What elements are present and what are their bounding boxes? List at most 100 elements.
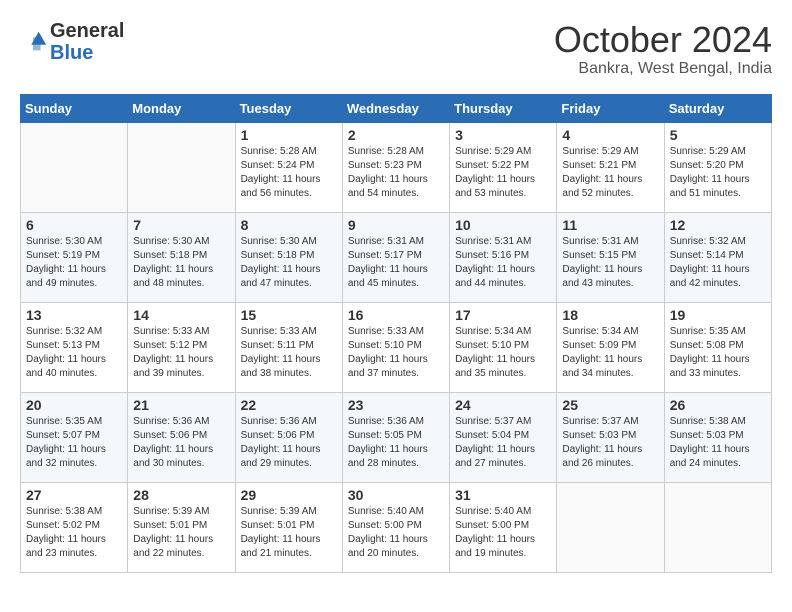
day-4: 4Sunrise: 5:29 AM Sunset: 5:21 PM Daylig… (557, 122, 664, 212)
day-12: 12Sunrise: 5:32 AM Sunset: 5:14 PM Dayli… (664, 212, 771, 302)
header-sunday: Sunday (21, 94, 128, 122)
day-info-11: Sunrise: 5:31 AM Sunset: 5:15 PM Dayligh… (562, 235, 658, 291)
day-number-7: 7 (133, 217, 229, 233)
day-27: 27Sunrise: 5:38 AM Sunset: 5:02 PM Dayli… (21, 482, 128, 572)
week-row-4: 20 Sunrise: 5:35 AM Sunset: 5:07 PM Dayli… (21, 392, 772, 482)
day-info-3: Sunrise: 5:29 AM Sunset: 5:22 PM Dayligh… (455, 145, 551, 201)
day-number-31: 31 (455, 487, 551, 503)
day-info-26: Sunrise: 5:38 AM Sunset: 5:03 PM Dayligh… (670, 415, 766, 471)
empty-cell (128, 122, 235, 212)
day-number-6: 6 (26, 217, 122, 233)
day-29: 29 Sunrise: 5:39 AM Sunset: 5:01 PM Dayli… (235, 482, 342, 572)
month-title: October 2024 (554, 20, 772, 60)
day-number-17: 17 (455, 307, 551, 323)
day-number-27: 27 (26, 487, 122, 503)
day-info-20: Sunrise: 5:35 AM Sunset: 5:07 PM Dayligh… (26, 415, 122, 471)
day-number-10: 10 (455, 217, 551, 233)
title-block: October 2024 Bankra, West Bengal, India (554, 20, 772, 78)
day-info-9: Sunrise: 5:31 AM Sunset: 5:17 PM Dayligh… (348, 235, 444, 291)
day-info-8: Sunrise: 5:30 AM Sunset: 5:18 PM Dayligh… (241, 235, 337, 291)
day-13: 13Sunrise: 5:32 AM Sunset: 5:13 PM Dayli… (21, 302, 128, 392)
day-25: 25 Sunrise: 5:37 AM Sunset: 5:03 PM Dayli… (557, 392, 664, 482)
logo: General Blue (20, 20, 124, 64)
header-friday: Friday (557, 94, 664, 122)
day-info-23: Sunrise: 5:36 AM Sunset: 5:05 PM Dayligh… (348, 415, 444, 471)
day-info-5: Sunrise: 5:29 AM Sunset: 5:20 PM Dayligh… (670, 145, 766, 201)
week-row-5: 27Sunrise: 5:38 AM Sunset: 5:02 PM Dayli… (21, 482, 772, 572)
day-18: 18Sunrise: 5:34 AM Sunset: 5:09 PM Dayli… (557, 302, 664, 392)
day-15: 15 Sunrise: 5:33 AM Sunset: 5:11 PM Dayli… (235, 302, 342, 392)
day-8: 8 Sunrise: 5:30 AM Sunset: 5:18 PM Daylig… (235, 212, 342, 302)
day-9: 9 Sunrise: 5:31 AM Sunset: 5:17 PM Daylig… (342, 212, 449, 302)
day-number-8: 8 (241, 217, 337, 233)
day-7: 7 Sunrise: 5:30 AM Sunset: 5:18 PM Daylig… (128, 212, 235, 302)
day-number-5: 5 (670, 127, 766, 143)
day-26: 26Sunrise: 5:38 AM Sunset: 5:03 PM Dayli… (664, 392, 771, 482)
day-info-7: Sunrise: 5:30 AM Sunset: 5:18 PM Dayligh… (133, 235, 229, 291)
day-info-29: Sunrise: 5:39 AM Sunset: 5:01 PM Dayligh… (241, 505, 337, 561)
day-number-9: 9 (348, 217, 444, 233)
day-10: 10 Sunrise: 5:31 AM Sunset: 5:16 PM Dayli… (450, 212, 557, 302)
day-number-16: 16 (348, 307, 444, 323)
day-info-6: Sunrise: 5:30 AM Sunset: 5:19 PM Dayligh… (26, 235, 122, 291)
day-6: 6 Sunrise: 5:30 AM Sunset: 5:19 PM Daylig… (21, 212, 128, 302)
day-number-29: 29 (241, 487, 337, 503)
day-info-22: Sunrise: 5:36 AM Sunset: 5:06 PM Dayligh… (241, 415, 337, 471)
day-17: 17Sunrise: 5:34 AM Sunset: 5:10 PM Dayli… (450, 302, 557, 392)
day-number-30: 30 (348, 487, 444, 503)
day-31: 31Sunrise: 5:40 AM Sunset: 5:00 PM Dayli… (450, 482, 557, 572)
day-number-25: 25 (562, 397, 658, 413)
day-3: 3 Sunrise: 5:29 AM Sunset: 5:22 PM Daylig… (450, 122, 557, 212)
logo-text-blue: Blue (50, 42, 124, 64)
empty-cell (557, 482, 664, 572)
day-14: 14 Sunrise: 5:33 AM Sunset: 5:12 PM Dayli… (128, 302, 235, 392)
day-info-15: Sunrise: 5:33 AM Sunset: 5:11 PM Dayligh… (241, 325, 337, 381)
day-number-20: 20 (26, 397, 122, 413)
header-wednesday: Wednesday (342, 94, 449, 122)
day-number-1: 1 (241, 127, 337, 143)
header-thursday: Thursday (450, 94, 557, 122)
day-28: 28 Sunrise: 5:39 AM Sunset: 5:01 PM Dayli… (128, 482, 235, 572)
day-info-18: Sunrise: 5:34 AM Sunset: 5:09 PM Dayligh… (562, 325, 658, 381)
day-number-24: 24 (455, 397, 551, 413)
day-11: 11 Sunrise: 5:31 AM Sunset: 5:15 PM Dayli… (557, 212, 664, 302)
week-row-1: 1 Sunrise: 5:28 AM Sunset: 5:24 PM Daylig… (21, 122, 772, 212)
day-info-4: Sunrise: 5:29 AM Sunset: 5:21 PM Dayligh… (562, 145, 658, 201)
page-header: General Blue October 2024 Bankra, West B… (20, 20, 772, 78)
day-info-30: Sunrise: 5:40 AM Sunset: 5:00 PM Dayligh… (348, 505, 444, 561)
day-number-11: 11 (562, 217, 658, 233)
day-22: 22 Sunrise: 5:36 AM Sunset: 5:06 PM Dayli… (235, 392, 342, 482)
day-info-13: Sunrise: 5:32 AM Sunset: 5:13 PM Dayligh… (26, 325, 122, 381)
day-info-21: Sunrise: 5:36 AM Sunset: 5:06 PM Dayligh… (133, 415, 229, 471)
day-info-19: Sunrise: 5:35 AM Sunset: 5:08 PM Dayligh… (670, 325, 766, 381)
day-24: 24Sunrise: 5:37 AM Sunset: 5:04 PM Dayli… (450, 392, 557, 482)
day-number-15: 15 (241, 307, 337, 323)
day-number-3: 3 (455, 127, 551, 143)
week-row-3: 13Sunrise: 5:32 AM Sunset: 5:13 PM Dayli… (21, 302, 772, 392)
day-info-28: Sunrise: 5:39 AM Sunset: 5:01 PM Dayligh… (133, 505, 229, 561)
location-subtitle: Bankra, West Bengal, India (554, 60, 772, 78)
header-saturday: Saturday (664, 94, 771, 122)
day-23: 23Sunrise: 5:36 AM Sunset: 5:05 PM Dayli… (342, 392, 449, 482)
day-info-10: Sunrise: 5:31 AM Sunset: 5:16 PM Dayligh… (455, 235, 551, 291)
day-1: 1 Sunrise: 5:28 AM Sunset: 5:24 PM Daylig… (235, 122, 342, 212)
day-2: 2 Sunrise: 5:28 AM Sunset: 5:23 PM Daylig… (342, 122, 449, 212)
empty-cell (21, 122, 128, 212)
day-21: 21Sunrise: 5:36 AM Sunset: 5:06 PM Dayli… (128, 392, 235, 482)
day-number-14: 14 (133, 307, 229, 323)
logo-text-general: General (50, 20, 124, 42)
empty-cell (664, 482, 771, 572)
day-info-1: Sunrise: 5:28 AM Sunset: 5:24 PM Dayligh… (241, 145, 337, 201)
day-number-19: 19 (670, 307, 766, 323)
header-monday: Monday (128, 94, 235, 122)
header-row: SundayMondayTuesdayWednesdayThursdayFrid… (21, 94, 772, 122)
day-info-2: Sunrise: 5:28 AM Sunset: 5:23 PM Dayligh… (348, 145, 444, 201)
day-number-22: 22 (241, 397, 337, 413)
day-info-14: Sunrise: 5:33 AM Sunset: 5:12 PM Dayligh… (133, 325, 229, 381)
header-tuesday: Tuesday (235, 94, 342, 122)
day-5: 5 Sunrise: 5:29 AM Sunset: 5:20 PM Daylig… (664, 122, 771, 212)
day-number-28: 28 (133, 487, 229, 503)
calendar-table: SundayMondayTuesdayWednesdayThursdayFrid… (20, 94, 772, 573)
day-info-25: Sunrise: 5:37 AM Sunset: 5:03 PM Dayligh… (562, 415, 658, 471)
day-number-2: 2 (348, 127, 444, 143)
